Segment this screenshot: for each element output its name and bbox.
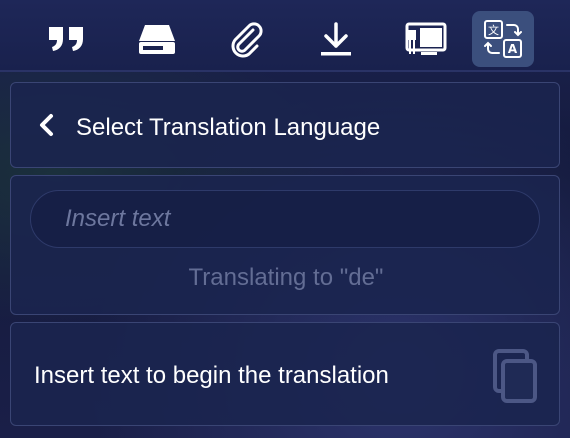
quote-icon <box>47 25 87 53</box>
toolbar: 文 A <box>0 0 570 72</box>
monitor-icon <box>404 20 448 58</box>
drive-button[interactable] <box>127 11 187 67</box>
translation-status: Translating to "de" <box>188 264 384 291</box>
translation-input-panel: Translating to "de" <box>10 175 560 315</box>
language-header: Select Translation Language <box>10 82 560 168</box>
attach-button[interactable] <box>216 11 276 67</box>
quote-button[interactable] <box>37 11 97 67</box>
svg-text:文: 文 <box>488 23 499 37</box>
translation-result-text: Insert text to begin the translation <box>34 362 389 389</box>
copy-icon[interactable] <box>481 347 541 408</box>
download-button[interactable] <box>306 11 366 67</box>
translate-icon: 文 A <box>483 19 523 59</box>
paperclip-icon <box>227 20 265 58</box>
text-field <box>30 190 540 248</box>
svg-text:A: A <box>508 42 518 56</box>
drive-icon <box>137 23 177 55</box>
page-title: Select Translation Language <box>76 114 381 141</box>
monitor-button[interactable] <box>396 11 456 67</box>
translate-button[interactable]: 文 A <box>472 11 534 67</box>
translation-result-panel: Insert text to begin the translation <box>10 322 560 426</box>
download-icon <box>318 21 354 57</box>
translation-input[interactable] <box>31 191 539 247</box>
chevron-left-icon[interactable] <box>37 113 57 142</box>
